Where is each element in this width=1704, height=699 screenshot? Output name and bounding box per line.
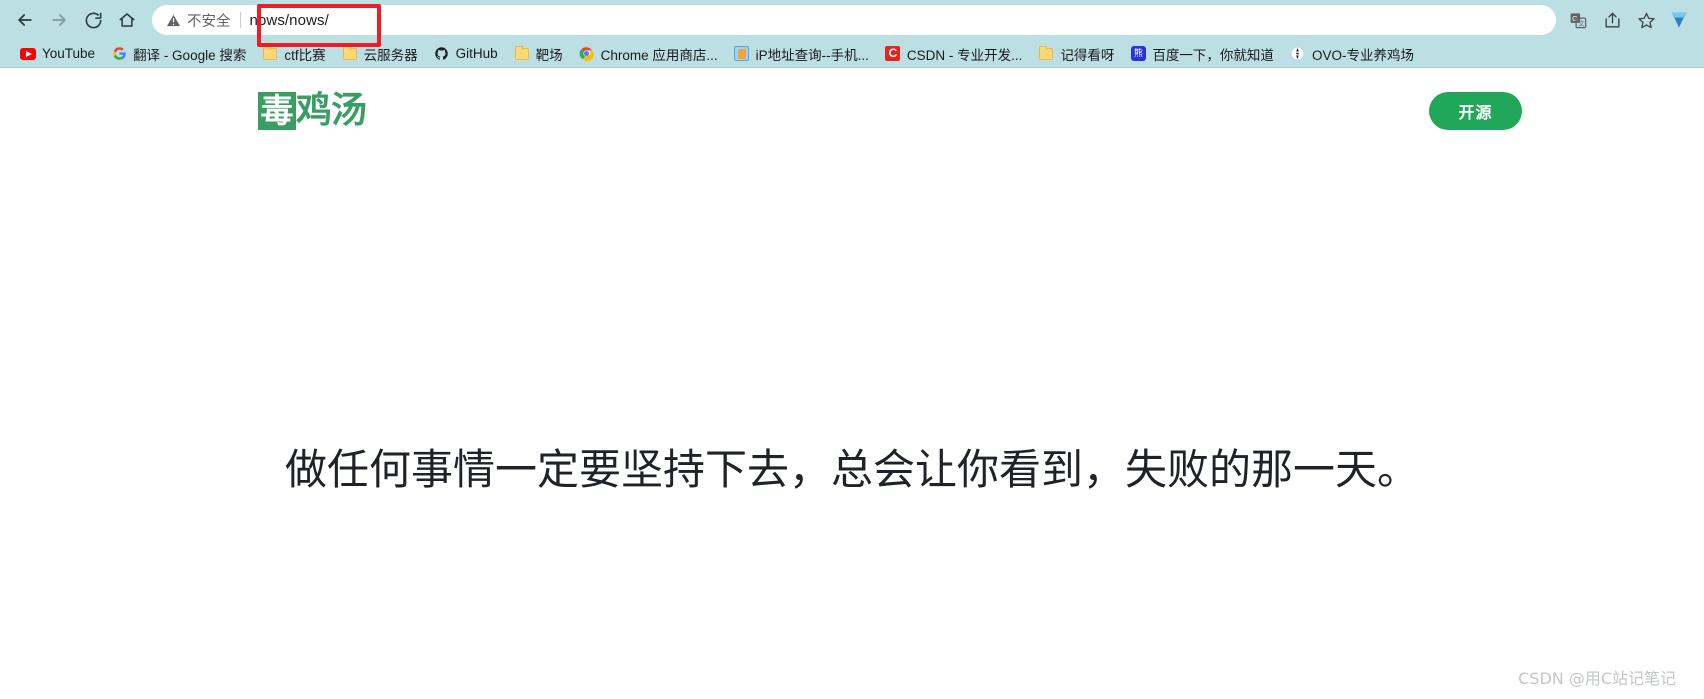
arrow-right-icon (52, 14, 66, 26)
baidu-icon: 熊 (1130, 46, 1146, 62)
home-button[interactable] (110, 3, 144, 37)
page-content: 毒 鸡汤 开源 做任何事情一定要坚持下去，总会让你看到，失败的那一天。 CSDN… (0, 68, 1704, 699)
folder-icon (514, 45, 530, 62)
bookmark-item-ctf[interactable]: ctf比赛 (254, 43, 333, 65)
bookmark-label: 翻译 - Google 搜索 (133, 47, 247, 63)
bookmarks-bar: YouTube 翻译 - Google 搜索 ctf比赛 云服务器 GitHub… (0, 40, 1704, 68)
star-glyph (1637, 12, 1655, 28)
svg-text:文: 文 (1578, 18, 1585, 27)
github-mark-glyph (435, 47, 448, 60)
bookmark-label: CSDN - 专业开发... (906, 47, 1023, 63)
bookmark-item-remember[interactable]: 记得看呀 (1030, 43, 1122, 65)
logo-text: 鸡汤 (296, 90, 367, 131)
bookmark-label: 记得看呀 (1060, 47, 1115, 63)
chrome-glyph (579, 47, 594, 61)
bookmark-item-chrome-webstore[interactable]: Chrome 应用商店... (571, 43, 726, 65)
csdn-watermark: CSDN @用C站记笔记 (1518, 669, 1676, 688)
folder-icon (342, 45, 358, 62)
bookmark-item-ovo[interactable]: OVO-专业养鸡场 (1282, 43, 1422, 65)
bookmark-label: YouTube (42, 46, 96, 61)
quote-section: 做任何事情一定要坚持下去，总会让你看到，失败的那一天。 (0, 436, 1704, 497)
forward-button[interactable] (42, 3, 76, 37)
bookmark-item-google-translate[interactable]: 翻译 - Google 搜索 (103, 43, 254, 65)
bookmark-label: 靶场 (535, 47, 563, 63)
bookmark-item-csdn[interactable]: C CSDN - 专业开发... (877, 43, 1031, 65)
youtube-icon (20, 46, 36, 62)
google-icon (111, 46, 127, 62)
share-glyph (1604, 12, 1620, 28)
folder-icon (1038, 45, 1054, 62)
bookmark-label: iP地址查询--手机... (755, 47, 869, 63)
reload-button[interactable] (76, 3, 110, 37)
bookmark-label: GitHub (455, 46, 498, 61)
warning-triangle-glyph (166, 14, 181, 26)
browser-toolbar: 不安全 nows/nows/ G 文 (0, 0, 1704, 47)
chrome-webstore-icon (579, 46, 595, 62)
google-g-glyph (112, 47, 126, 60)
bookmark-label: Chrome 应用商店... (600, 47, 718, 63)
bookmark-label: 百度一下，你就知道 (1152, 47, 1274, 63)
bookmark-label: OVO-专业养鸡场 (1311, 47, 1414, 63)
bookmark-label: ctf比赛 (284, 47, 326, 63)
globe-glyph (1291, 47, 1305, 60)
site-logo[interactable]: 毒 鸡汤 (258, 88, 367, 134)
bookmark-item-target-range[interactable]: 靶场 (506, 43, 571, 65)
security-status-text: 不安全 (187, 13, 231, 30)
home-icon (119, 13, 135, 27)
folder-icon (262, 45, 278, 62)
browser-window: 不安全 nows/nows/ G 文 YouTube 翻译 - Google 搜… (0, 0, 1704, 699)
site-header: 毒 鸡汤 开源 (0, 68, 1704, 154)
bookmark-item-baidu[interactable]: 熊 百度一下，你就知道 (1122, 43, 1282, 65)
bookmark-item-github[interactable]: GitHub (426, 43, 506, 65)
arrow-left-icon (18, 14, 32, 26)
quote-text: 做任何事情一定要坚持下去，总会让你看到，失败的那一天。 (284, 445, 1419, 494)
github-icon (434, 46, 450, 62)
extension-diamond-icon[interactable] (1664, 4, 1694, 36)
address-bar[interactable]: 不安全 nows/nows/ (152, 5, 1556, 35)
ip-lookup-icon (734, 46, 750, 62)
reload-icon (85, 12, 101, 28)
toolbar-actions: G 文 (1562, 4, 1694, 36)
logo-mark: 毒 (258, 92, 296, 130)
url-text: nows/nows/ (249, 11, 329, 29)
bookmark-star-icon[interactable] (1630, 4, 1662, 36)
back-button[interactable] (8, 3, 42, 37)
bookmark-item-ip-lookup[interactable]: iP地址查询--手机... (726, 43, 877, 65)
bookmark-item-youtube[interactable]: YouTube (12, 43, 103, 65)
omnibox-divider (239, 12, 241, 28)
translate-icon[interactable]: G 文 (1562, 4, 1594, 36)
bookmark-label: 云服务器 (363, 47, 418, 63)
open-source-button[interactable]: 开源 (1429, 92, 1522, 130)
diamond-glyph (1671, 12, 1687, 28)
share-icon[interactable] (1596, 4, 1628, 36)
warning-triangle-icon (166, 13, 181, 28)
globe-icon (1290, 46, 1306, 62)
csdn-icon: C (885, 46, 901, 62)
translate-glyph: G 文 (1570, 12, 1586, 28)
bookmark-item-cloud-server[interactable]: 云服务器 (334, 43, 426, 65)
